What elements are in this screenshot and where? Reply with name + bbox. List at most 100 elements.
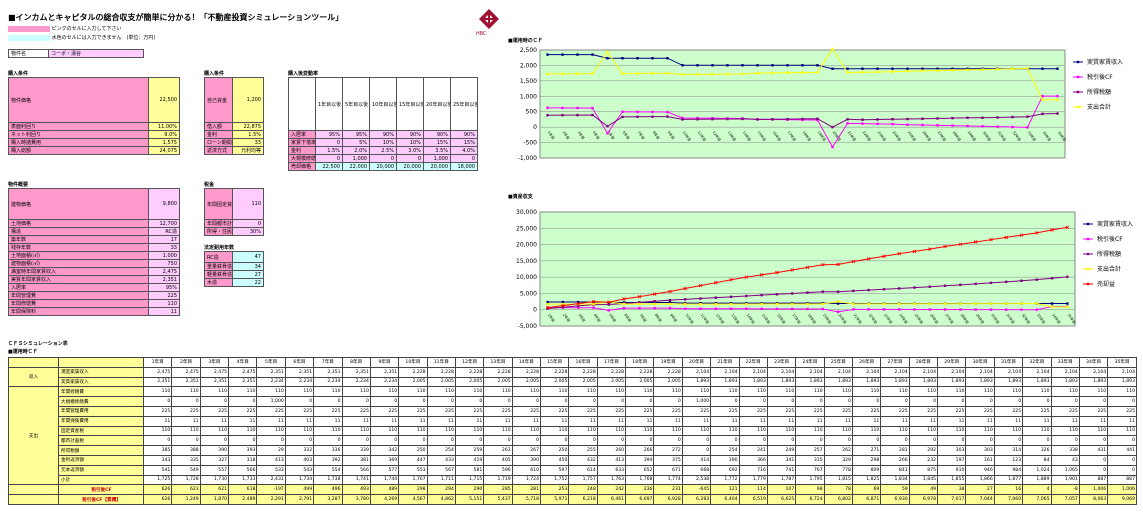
sale-value[interactable]: 0 — [315, 154, 343, 163]
sale-value[interactable]: 0 — [369, 154, 397, 163]
funding-value[interactable]: 1.5% — [232, 130, 264, 139]
sale-value[interactable]: 3.5% — [423, 146, 451, 155]
tax-value[interactable]: 0 — [232, 219, 264, 228]
cf-cell: 0 — [284, 396, 315, 407]
building-row: 年間保険料 11 — [8, 307, 180, 316]
cf-cell: 110 — [568, 425, 598, 437]
sale-value[interactable]: 22,000 — [342, 162, 370, 171]
funding-value[interactable]: 元利均等 — [232, 146, 264, 155]
cf-cell: 253 — [540, 484, 570, 496]
building-value[interactable]: 33 — [148, 243, 180, 252]
building-value[interactable]: RC造 — [148, 227, 180, 236]
sale-value[interactable]: 3.0% — [396, 146, 424, 155]
sale-value[interactable]: 95% — [315, 130, 343, 139]
cf-cell: 225 — [965, 405, 995, 417]
sale-header-row: 1年目以後 5年目以後 10年目以後 15年目以後 20年目以後 25年目以後 — [288, 77, 478, 131]
building-value[interactable]: 2,351 — [148, 275, 180, 284]
purchase-value[interactable]: 24,075 — [148, 146, 180, 155]
sale-value[interactable]: 90% — [396, 130, 424, 139]
property-name-label: 物件名 — [8, 49, 49, 58]
data-point — [959, 308, 962, 311]
purchase-value[interactable]: 22,500 — [148, 77, 180, 123]
cf-cell: 875 — [908, 464, 939, 476]
cf-cell: 1,065 — [1050, 464, 1080, 476]
sale-value[interactable]: 10% — [369, 138, 397, 147]
cf-cell: 2,791 — [284, 494, 315, 505]
cf-cell: -645 — [681, 484, 712, 496]
tax-value[interactable]: 110 — [232, 188, 264, 220]
cf-cell: 225 — [937, 405, 967, 417]
sale-value[interactable]: 1,000 — [423, 154, 451, 163]
funding-value[interactable]: 22,875 — [232, 122, 264, 131]
sale-value[interactable]: 90% — [369, 130, 397, 139]
cf-year-header: 19年目 — [653, 357, 683, 368]
y-tick-label: 500 — [526, 109, 538, 116]
cf-cell: 110 — [1022, 386, 1052, 398]
data-point — [928, 302, 931, 305]
purchase-value[interactable]: 11.00% — [148, 122, 180, 131]
life-value[interactable]: 47 — [232, 251, 264, 263]
building-value[interactable]: 110 — [148, 299, 180, 308]
sale-value[interactable]: 15% — [423, 138, 451, 147]
cf-cell: 107 — [766, 484, 797, 496]
sale-value[interactable]: 90% — [450, 130, 478, 139]
sale-value[interactable]: 5% — [342, 138, 370, 147]
sale-value[interactable]: 20,000 — [369, 162, 397, 171]
building-value[interactable]: 95% — [148, 283, 180, 292]
cf-cell: 281 — [880, 445, 910, 456]
building-value[interactable]: 225 — [148, 291, 180, 300]
property-name-field[interactable]: コーポ・湯谷 — [48, 49, 144, 58]
purchase-value[interactable]: 9.0% — [148, 130, 180, 139]
funding-table: 自己資金 1,200 借入額 22,875 金利 1.5% ローン期間 33 返済方式 元利均等 — [204, 77, 264, 155]
sale-value[interactable]: 0 — [315, 138, 343, 147]
building-label: 残存年数 — [8, 243, 149, 252]
cf-cell: 385 — [142, 445, 173, 456]
sale-value[interactable]: 0 — [450, 154, 478, 163]
cf-cell: 2,234 — [341, 376, 371, 388]
data-point — [546, 114, 549, 117]
life-value[interactable]: 27 — [232, 270, 264, 279]
data-point — [989, 302, 993, 305]
sale-value[interactable]: 95% — [342, 130, 370, 139]
building-value[interactable]: 9,800 — [148, 188, 180, 220]
building-value[interactable]: 1,000 — [148, 251, 180, 260]
cf-cell: 225 — [426, 405, 456, 417]
data-point — [861, 122, 864, 125]
data-point — [592, 306, 595, 309]
sale-value[interactable]: 2.0% — [342, 146, 370, 155]
data-point — [806, 307, 809, 311]
data-point — [1026, 115, 1029, 118]
sale-value[interactable]: 4.0% — [450, 146, 478, 155]
funding-value[interactable]: 33 — [232, 138, 264, 147]
y-tick-label: 5,000 — [520, 290, 537, 297]
data-point — [801, 117, 804, 121]
data-point — [786, 71, 789, 74]
cf-cell: 621 — [199, 484, 230, 496]
tax-value[interactable]: 30% — [232, 227, 264, 236]
sale-value[interactable]: 90% — [423, 130, 451, 139]
sale-value[interactable]: 20,000 — [423, 162, 451, 171]
cf-cell: 342 — [369, 445, 400, 456]
cf-cell: 489 — [369, 484, 400, 496]
cf-cell: 366 — [738, 454, 768, 466]
sale-value[interactable]: 20,000 — [396, 162, 424, 171]
building-value[interactable]: 750 — [148, 259, 180, 268]
data-point — [666, 72, 669, 75]
building-label: 満室時年間家賃収入 — [8, 267, 149, 276]
funding-value[interactable]: 1,200 — [232, 77, 264, 123]
life-value[interactable]: 22 — [232, 278, 264, 287]
sale-value[interactable]: 15% — [450, 138, 478, 147]
sale-value[interactable]: 22,500 — [315, 162, 343, 171]
building-value[interactable]: 2,475 — [148, 267, 180, 276]
sale-value[interactable]: 0 — [396, 154, 424, 163]
purchase-value[interactable]: 1,575 — [148, 138, 180, 147]
sale-value[interactable]: 10% — [396, 138, 424, 147]
life-value[interactable]: 34 — [232, 262, 264, 271]
building-value[interactable]: 12,700 — [148, 219, 180, 228]
building-value[interactable]: 11 — [148, 307, 180, 316]
sale-value[interactable]: 1.5% — [315, 146, 343, 155]
sale-value[interactable]: 2.5% — [369, 146, 397, 155]
sale-value[interactable]: 1,000 — [342, 154, 370, 163]
building-value[interactable]: 17 — [148, 235, 180, 244]
sale-value[interactable]: 18,000 — [450, 162, 478, 171]
